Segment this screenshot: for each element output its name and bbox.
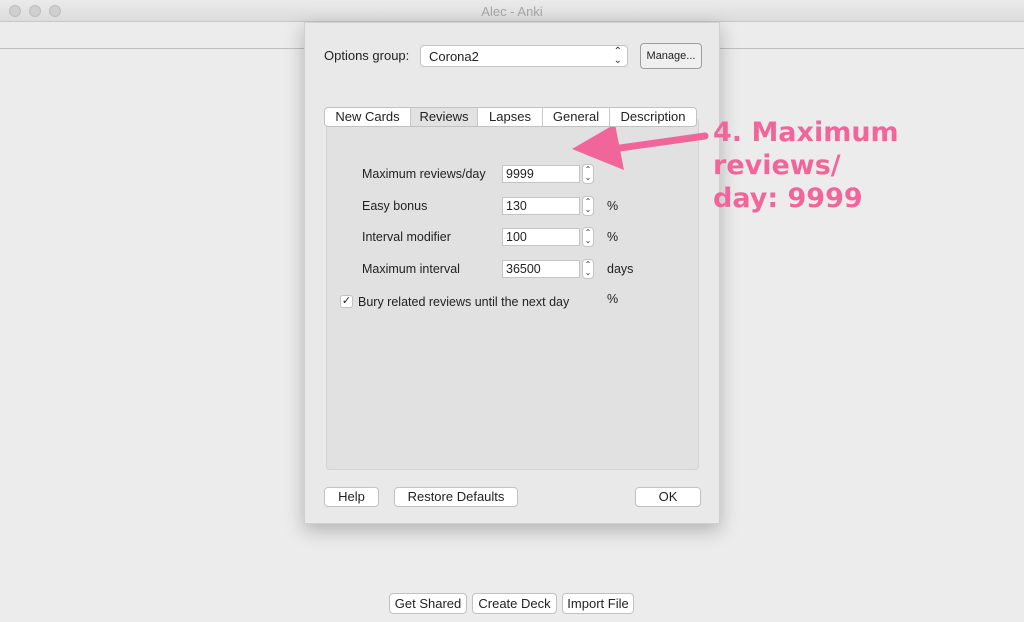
max-interval-stepper[interactable]: ⌃ ⌄ — [582, 259, 594, 279]
max-interval-label: Maximum interval — [362, 262, 460, 276]
bury-reviews-label: Bury related reviews until the next day — [358, 295, 570, 309]
tab-description[interactable]: Description — [610, 108, 696, 126]
max-reviews-input[interactable]: 9999 — [502, 165, 580, 183]
restore-defaults-button[interactable]: Restore Defaults — [394, 487, 518, 507]
create-deck-button[interactable]: Create Deck — [472, 593, 557, 614]
max-reviews-stepper[interactable]: ⌃ ⌄ — [582, 164, 594, 184]
manage-button[interactable]: Manage... — [640, 43, 702, 69]
annotation-line-2: day: 9999 — [713, 183, 863, 214]
interval-modifier-label: Interval modifier — [362, 230, 451, 244]
tab-bar: New Cards Reviews Lapses General Descrip… — [324, 107, 697, 127]
title-bar: Alec - Anki — [0, 0, 1024, 22]
easy-bonus-unit: % — [607, 199, 619, 213]
tab-reviews[interactable]: Reviews — [411, 108, 478, 126]
annotation-line-1: 4. Maximum reviews/ — [713, 117, 899, 181]
import-file-button[interactable]: Import File — [562, 593, 634, 614]
reviews-panel: Maximum reviews/day 9999 ⌃ ⌄ Easy bonus 1… — [326, 118, 699, 470]
select-chevron-icon: ⌃ ⌄ — [613, 46, 622, 66]
interval-modifier-unit: % — [607, 230, 619, 244]
tab-new-cards[interactable]: New Cards — [325, 108, 411, 126]
annotation-text: 4. Maximum reviews/ day: 9999 — [713, 116, 1013, 215]
tab-lapses[interactable]: Lapses — [478, 108, 543, 126]
interval-modifier-input[interactable]: 100 — [502, 228, 580, 246]
deck-options-dialog: Options group: Corona2 ⌃ ⌄ Manage... New … — [304, 22, 720, 524]
options-group-value: Corona2 — [429, 49, 479, 64]
easy-bonus-label: Easy bonus — [362, 199, 428, 213]
get-shared-button[interactable]: Get Shared — [389, 593, 467, 614]
max-interval-input[interactable]: 36500 — [502, 260, 580, 278]
window-title: Alec - Anki — [481, 4, 543, 19]
extra-percent-unit: % — [607, 292, 619, 306]
help-button[interactable]: Help — [324, 487, 379, 507]
easy-bonus-stepper[interactable]: ⌃ ⌄ — [582, 196, 594, 216]
interval-modifier-stepper[interactable]: ⌃ ⌄ — [582, 227, 594, 247]
options-group-select[interactable]: Corona2 ⌃ ⌄ — [420, 45, 628, 67]
max-interval-unit: days — [607, 262, 634, 276]
tab-general[interactable]: General — [543, 108, 610, 126]
options-group-label: Options group: — [324, 48, 410, 63]
bury-reviews-checkbox[interactable]: ✓ — [340, 295, 353, 308]
ok-button[interactable]: OK — [635, 487, 701, 507]
max-reviews-label: Maximum reviews/day — [362, 167, 486, 181]
easy-bonus-input[interactable]: 130 — [502, 197, 580, 215]
